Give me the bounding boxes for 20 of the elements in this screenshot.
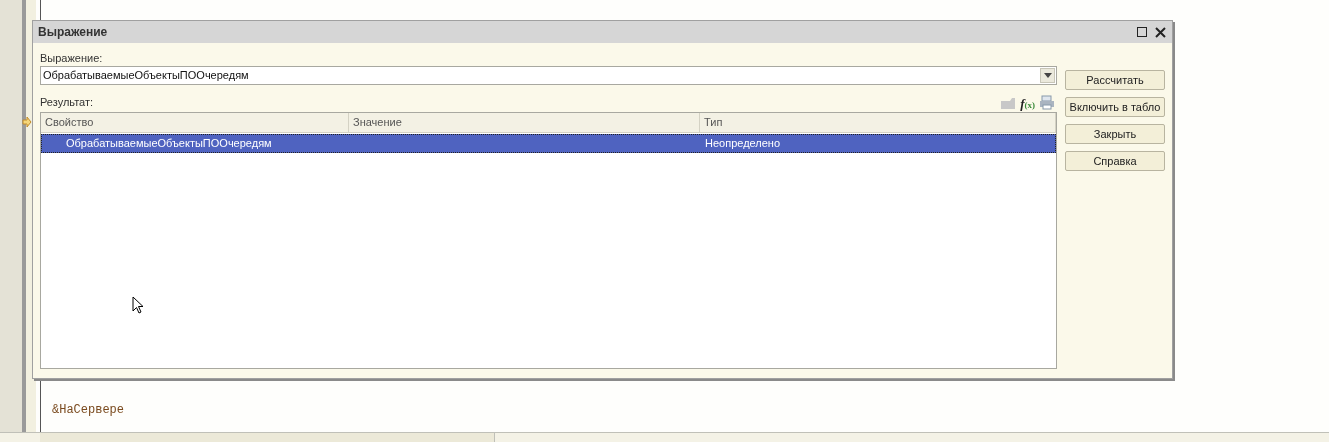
dialog-button[interactable]: Включить в табло (1065, 97, 1165, 117)
result-label: Результат: (40, 94, 95, 110)
expression-label: Выражение: (40, 51, 104, 66)
column-header[interactable]: Значение (349, 113, 700, 132)
dialog-button[interactable]: Закрыть (1065, 124, 1165, 144)
horizontal-scrollbar[interactable] (0, 432, 1329, 442)
window-title: Выражение (38, 24, 108, 41)
maximize-button[interactable] (1135, 25, 1149, 39)
column-header[interactable]: Тип (700, 113, 1056, 132)
dropdown-icon[interactable] (1040, 68, 1055, 83)
table-row[interactable]: ОбрабатываемыеОбъектыПООчередям Неопределено (41, 134, 1056, 153)
cursor-icon (132, 296, 144, 314)
expression-field[interactable]: ОбрабатываемыеОбъектыПООчередям (40, 66, 1057, 85)
arrow-icon (22, 117, 32, 127)
close-button[interactable] (1153, 25, 1167, 39)
function-icon[interactable]: f(x) (1020, 97, 1035, 110)
column-header[interactable]: Свойство (41, 113, 349, 132)
dialog-button[interactable]: Рассчитать (1065, 70, 1165, 90)
code-line: &НаСервере (52, 402, 125, 419)
dialog-button[interactable]: Справка (1065, 151, 1165, 171)
